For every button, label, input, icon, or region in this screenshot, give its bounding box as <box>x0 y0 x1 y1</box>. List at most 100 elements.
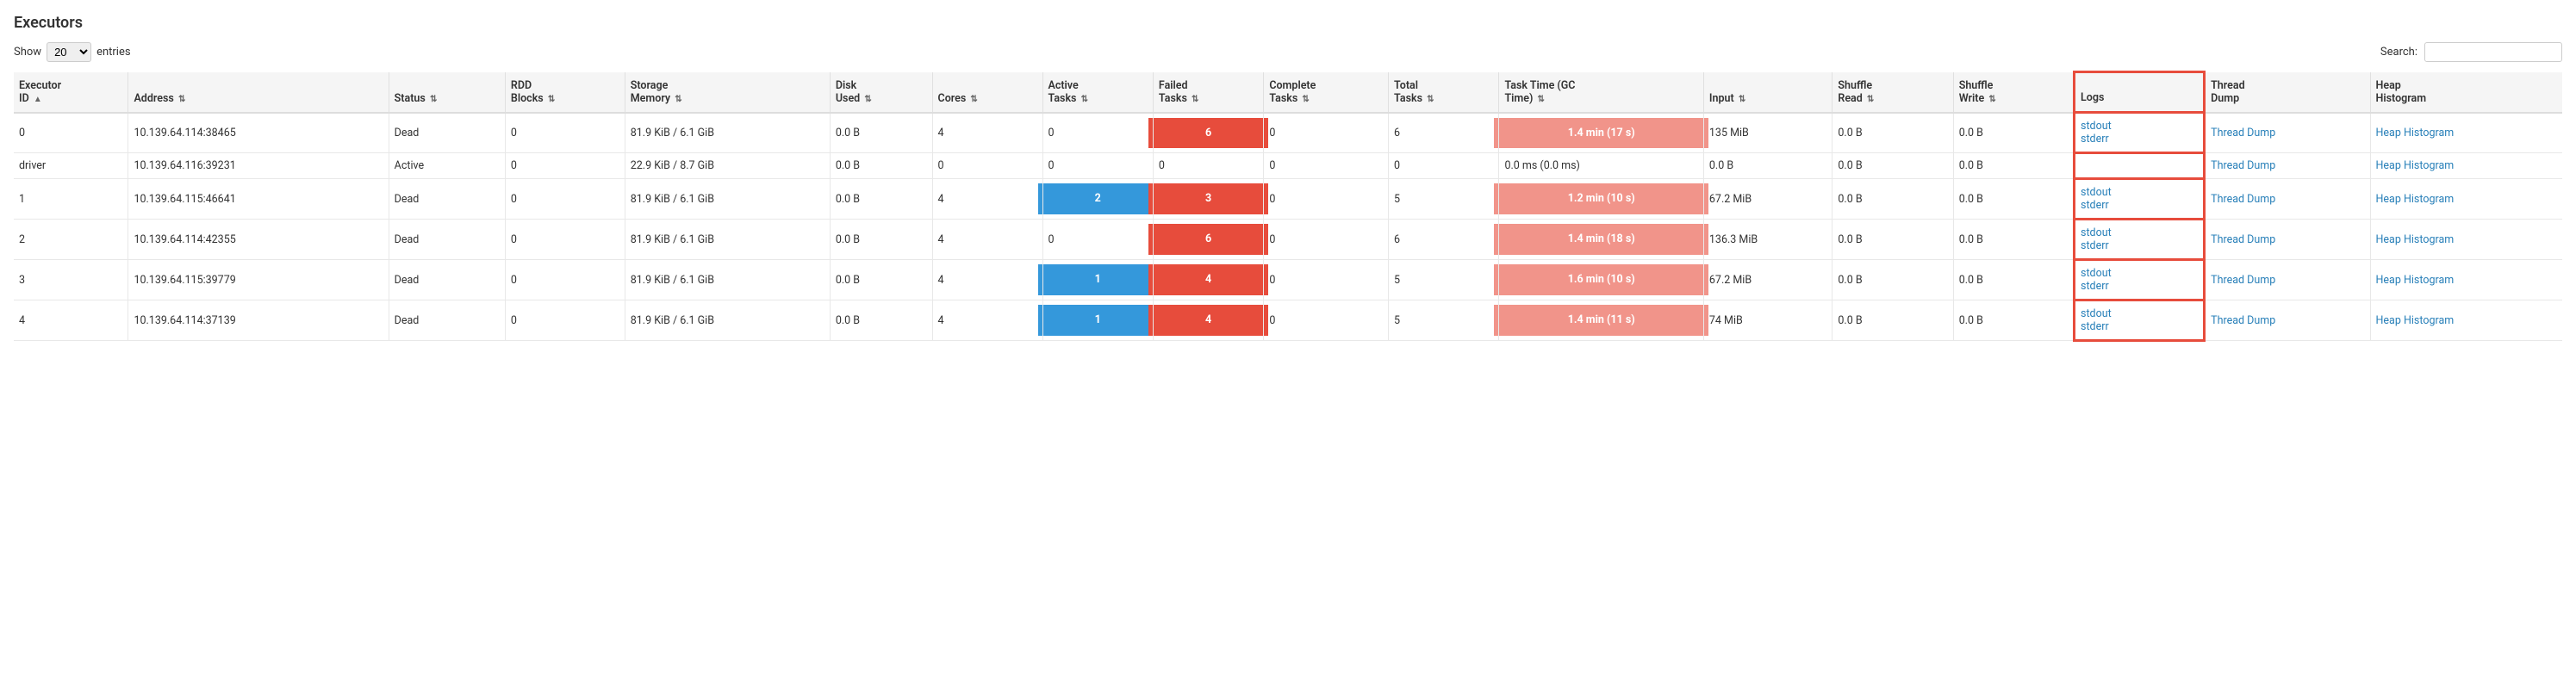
col-header-address[interactable]: Address ⇅ <box>128 72 389 113</box>
cell-input: 0.0 B <box>1709 159 1733 172</box>
task-time-value: 0.0 ms (0.0 ms) <box>1504 159 1579 172</box>
log-link-stderr[interactable]: stderr <box>2081 239 2198 252</box>
col-header-disk-used[interactable]: DiskUsed ⇅ <box>830 72 932 113</box>
cell-thread-dump: Thread Dump <box>2205 220 2370 260</box>
col-header-failed-tasks[interactable]: FailedTasks ⇅ <box>1153 72 1263 113</box>
cell-shuffle-read: 0.0 B <box>1838 159 1862 172</box>
log-link-stderr[interactable]: stderr <box>2081 280 2198 293</box>
cell-address: 10.139.64.114:37139 <box>134 314 235 327</box>
cell-rdd-blocks: 0 <box>511 314 517 327</box>
cell-shuffle-write: 0.0 B <box>1959 274 1983 287</box>
col-header-rdd-blocks[interactable]: RDDBlocks ⇅ <box>505 72 625 113</box>
col-header-shuffle-write[interactable]: ShuffleWrite ⇅ <box>1953 72 2074 113</box>
cell-address: 10.139.64.116:39231 <box>134 159 235 172</box>
col-header-heap-histogram: HeapHistogram <box>2370 72 2562 113</box>
col-header-storage-memory[interactable]: StorageMemory ⇅ <box>625 72 830 113</box>
active-tasks-value: 1 <box>1038 264 1158 295</box>
cell-cores: 4 <box>938 233 944 246</box>
cell-shuffle-read: 0.0 B <box>1838 274 1862 287</box>
cell-rdd-blocks: 0 <box>511 274 517 287</box>
cell-logs: stdoutstderr <box>2075 179 2205 220</box>
log-link-stderr[interactable]: stderr <box>2081 320 2198 333</box>
task-time-value: 1.4 min (17 s) <box>1494 118 1708 149</box>
cell-cores: 4 <box>938 314 944 327</box>
cell-task-time: 1.4 min (18 s) <box>1499 220 1703 260</box>
cell-storage-memory: 81.9 KiB / 6.1 GiB <box>631 127 714 139</box>
log-link-stdout[interactable]: stdout <box>2081 186 2198 199</box>
cell-input: 67.2 MiB <box>1709 193 1752 206</box>
cell-disk-used: 0.0 B <box>836 193 860 206</box>
log-link-stdout[interactable]: stdout <box>2081 226 2198 239</box>
col-header-cores[interactable]: Cores ⇅ <box>932 72 1042 113</box>
task-time-value: 1.6 min (10 s) <box>1494 264 1708 295</box>
cell-failed-tasks: 4 <box>1153 260 1263 300</box>
cell-rdd-blocks: 0 <box>511 127 517 139</box>
heap-histogram-link[interactable]: Heap Histogram <box>2376 127 2557 139</box>
cell-address: 10.139.64.115:46641 <box>134 193 235 206</box>
active-tasks-value: 0 <box>1048 159 1055 172</box>
log-link-stdout[interactable]: stdout <box>2081 307 2198 320</box>
cell-cores: 4 <box>938 127 944 139</box>
cell-complete-tasks: 0 <box>1269 193 1275 206</box>
thread-dump-link[interactable]: Thread Dump <box>2211 274 2364 287</box>
heap-histogram-link[interactable]: Heap Histogram <box>2376 233 2557 246</box>
cell-shuffle-write: 0.0 B <box>1959 314 1983 327</box>
cell-thread-dump: Thread Dump <box>2205 113 2370 153</box>
top-controls: Show 20 10 50 100 entries Search: <box>14 42 2562 62</box>
search-input[interactable] <box>2424 42 2562 62</box>
thread-dump-link[interactable]: Thread Dump <box>2211 127 2364 139</box>
log-link-stdout[interactable]: stdout <box>2081 267 2198 280</box>
cell-active-tasks: 1 <box>1042 260 1153 300</box>
cell-failed-tasks: 4 <box>1153 300 1263 341</box>
col-header-shuffle-read[interactable]: ShuffleRead ⇅ <box>1832 72 1953 113</box>
heap-histogram-link[interactable]: Heap Histogram <box>2376 314 2557 327</box>
col-header-active-tasks[interactable]: ActiveTasks ⇅ <box>1042 72 1153 113</box>
cell-total-tasks: 6 <box>1394 127 1400 139</box>
cell-storage-memory: 81.9 KiB / 6.1 GiB <box>631 314 714 327</box>
thread-dump-link[interactable]: Thread Dump <box>2211 314 2364 327</box>
col-header-input[interactable]: Input ⇅ <box>1703 72 1832 113</box>
cell-shuffle-read: 0.0 B <box>1838 314 1862 327</box>
failed-tasks-value: 4 <box>1148 305 1268 336</box>
thread-dump-link[interactable]: Thread Dump <box>2211 233 2364 246</box>
log-link-stderr[interactable]: stderr <box>2081 199 2198 212</box>
col-header-complete-tasks[interactable]: CompleteTasks ⇅ <box>1264 72 1389 113</box>
entries-select[interactable]: 20 10 50 100 <box>47 42 91 62</box>
cell-status: Dead <box>395 314 420 327</box>
cell-input: 136.3 MiB <box>1709 233 1758 246</box>
failed-tasks-value: 6 <box>1148 118 1268 149</box>
failed-tasks-value: 3 <box>1148 183 1268 214</box>
cell-heap-histogram: Heap Histogram <box>2370 260 2562 300</box>
col-header-task-time[interactable]: Task Time (GCTime) ⇅ <box>1499 72 1703 113</box>
failed-tasks-value: 6 <box>1148 224 1268 255</box>
log-link-stderr[interactable]: stderr <box>2081 133 2198 146</box>
cell-executor-id: driver <box>19 159 46 172</box>
col-header-thread-dump: ThreadDump <box>2205 72 2370 113</box>
heap-histogram-link[interactable]: Heap Histogram <box>2376 193 2557 206</box>
heap-histogram-link[interactable]: Heap Histogram <box>2376 274 2557 287</box>
log-link-stdout[interactable]: stdout <box>2081 120 2198 133</box>
cell-cores: 4 <box>938 193 944 206</box>
col-header-total-tasks[interactable]: TotalTasks ⇅ <box>1389 72 1499 113</box>
task-time-value: 1.4 min (18 s) <box>1494 224 1708 255</box>
heap-histogram-link[interactable]: Heap Histogram <box>2376 159 2557 172</box>
col-header-status[interactable]: Status ⇅ <box>389 72 505 113</box>
search-label: Search: <box>2380 46 2417 59</box>
cell-input: 74 MiB <box>1709 314 1743 327</box>
cell-executor-id: 1 <box>19 193 25 206</box>
cell-complete-tasks: 0 <box>1269 274 1275 287</box>
cell-rdd-blocks: 0 <box>511 193 517 206</box>
thread-dump-link[interactable]: Thread Dump <box>2211 193 2364 206</box>
cell-cores: 4 <box>938 274 944 287</box>
cell-total-tasks: 5 <box>1394 274 1400 287</box>
thread-dump-link[interactable]: Thread Dump <box>2211 159 2364 172</box>
cell-complete-tasks: 0 <box>1269 233 1275 246</box>
cell-cores: 0 <box>938 159 944 172</box>
cell-disk-used: 0.0 B <box>836 233 860 246</box>
cell-storage-memory: 22.9 KiB / 8.7 GiB <box>631 159 714 172</box>
cell-address: 10.139.64.114:42355 <box>134 233 235 246</box>
cell-shuffle-write: 0.0 B <box>1959 233 1983 246</box>
col-header-executor-id[interactable]: ExecutorID ▲ <box>14 72 128 113</box>
executors-table: ExecutorID ▲ Address ⇅ Status ⇅ RDDBlock… <box>14 71 2562 342</box>
cell-executor-id: 0 <box>19 127 25 139</box>
